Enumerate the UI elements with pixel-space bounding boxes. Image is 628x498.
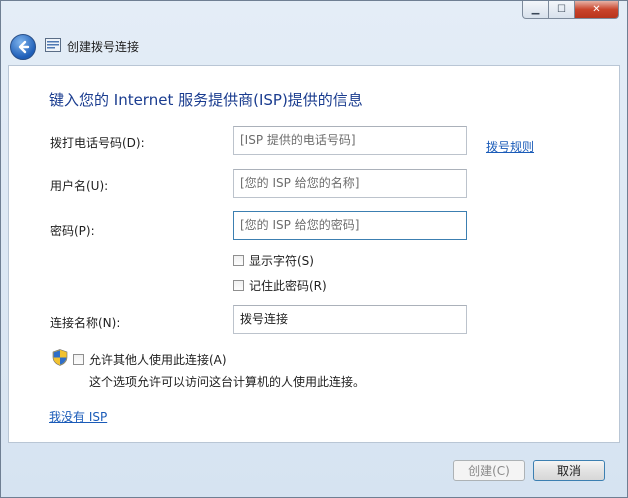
- allow-others-note: 这个选项允许可以访问这台计算机的人使用此连接。: [89, 375, 366, 389]
- remember-password-label: 记住此密码(R): [249, 279, 327, 293]
- password-input[interactable]: [您的 ISP 给您的密码]: [233, 211, 467, 240]
- checkbox-box[interactable]: [233, 280, 244, 291]
- minimize-icon[interactable]: ▁: [522, 1, 549, 19]
- dialog-window: ▁ ☐ ✕ 创建拨号连接 键入您的 Internet 服务提供商(ISP)提供的…: [0, 0, 628, 498]
- no-isp-link[interactable]: 我没有 ISP: [49, 408, 107, 425]
- allow-others-checkbox[interactable]: 允许其他人使用此连接(A): [73, 351, 227, 368]
- window-title: 创建拨号连接: [67, 40, 140, 54]
- cancel-button[interactable]: 取消: [533, 460, 605, 481]
- checkbox-box[interactable]: [233, 255, 244, 266]
- network-connection-icon: [45, 38, 61, 52]
- create-button[interactable]: 创建(C): [453, 460, 525, 481]
- dial-rules-link[interactable]: 拨号规则: [486, 138, 534, 155]
- content-panel: 键入您的 Internet 服务提供商(ISP)提供的信息 拨打电话号码(D):…: [8, 65, 620, 443]
- connection-name-label: 连接名称(N):: [50, 316, 121, 330]
- back-arrow-icon[interactable]: [10, 34, 36, 60]
- show-chars-checkbox[interactable]: 显示字符(S): [233, 252, 314, 269]
- allow-others-label: 允许其他人使用此连接(A): [89, 353, 227, 367]
- phone-label: 拨打电话号码(D):: [50, 136, 145, 150]
- page-heading: 键入您的 Internet 服务提供商(ISP)提供的信息: [49, 91, 363, 109]
- username-label: 用户名(U):: [50, 179, 109, 193]
- window-controls: ▁ ☐ ✕: [522, 1, 619, 19]
- checkbox-box[interactable]: [73, 354, 84, 365]
- phone-input[interactable]: [ISP 提供的电话号码]: [233, 126, 467, 155]
- close-icon[interactable]: ✕: [575, 1, 619, 19]
- maximize-icon[interactable]: ☐: [549, 1, 575, 19]
- remember-password-checkbox[interactable]: 记住此密码(R): [233, 277, 327, 294]
- password-label: 密码(P):: [50, 224, 95, 238]
- connection-name-input[interactable]: 拨号连接: [233, 305, 467, 334]
- show-chars-label: 显示字符(S): [249, 254, 314, 268]
- uac-shield-icon: [52, 349, 68, 366]
- username-input[interactable]: [您的 ISP 给您的名称]: [233, 169, 467, 198]
